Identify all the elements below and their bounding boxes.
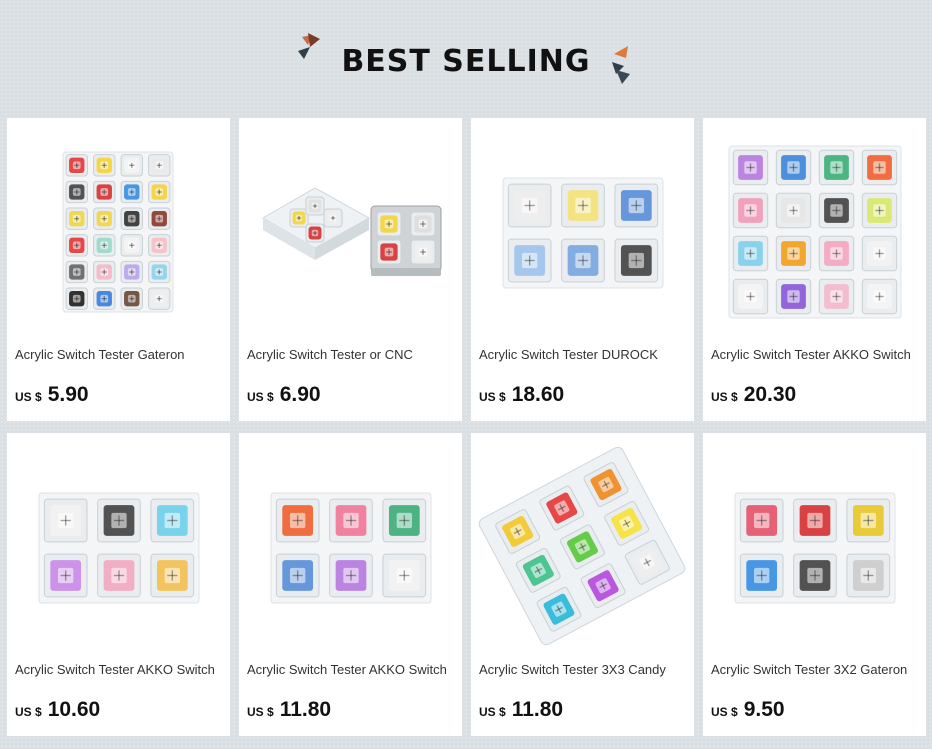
currency-label: US $ [15, 390, 42, 404]
product-price: US $ 10.60 [15, 698, 100, 722]
product-image[interactable] [471, 433, 694, 653]
product-image[interactable] [703, 433, 926, 653]
price-amount: 11.80 [511, 698, 564, 721]
price-amount: 9.50 [743, 698, 785, 721]
product-price: US $ 5.90 [15, 383, 89, 407]
product-title[interactable]: Acrylic Switch Tester AKKO Switch [15, 662, 230, 677]
product-image[interactable] [7, 433, 230, 653]
price-amount: 5.90 [47, 383, 89, 406]
price-amount: 10.60 [47, 698, 101, 721]
product-card[interactable]: Acrylic Switch Tester 3X2 Gateron US $ 9.5… [703, 433, 926, 736]
price-amount: 11.80 [279, 698, 332, 721]
product-title[interactable]: Acrylic Switch Tester AKKO Switch [247, 662, 462, 677]
product-title[interactable]: Acrylic Switch Tester 3X2 Gateron [711, 662, 926, 677]
price-amount: 18.60 [511, 383, 565, 406]
product-title[interactable]: Acrylic Switch Tester or CNC [247, 347, 462, 362]
product-price: US $ 18.60 [479, 383, 564, 407]
product-price: US $ 11.80 [479, 698, 563, 722]
product-grid: Acrylic Switch Tester Gateron US $5.90 Acr… [0, 0, 932, 749]
currency-label: US $ [479, 705, 506, 719]
product-title[interactable]: Acrylic Switch Tester Gateron [15, 347, 230, 362]
product-image[interactable] [703, 118, 926, 338]
currency-label: US $ [479, 390, 506, 404]
product-card[interactable]: Acrylic Switch Tester 3X3 Candy US $ 11.80 [471, 433, 694, 736]
product-title[interactable]: Acrylic Switch Tester 3X3 Candy [479, 662, 694, 677]
product-card[interactable]: Acrylic Switch Tester AKKO Switch US $ 10.… [7, 433, 230, 736]
product-price: US $ 9.50 [711, 698, 785, 722]
currency-label: US $ [711, 390, 738, 404]
product-image[interactable] [7, 118, 230, 338]
currency-label: US $ [247, 705, 274, 719]
product-card[interactable]: Acrylic Switch Tester or CNC US $ 6.90 [239, 118, 462, 421]
product-title[interactable]: Acrylic Switch Tester AKKO Switch [711, 347, 926, 362]
product-price: US $ 6.90 [247, 383, 321, 407]
product-card[interactable]: Acrylic Switch Tester DUROCK US $ 18.60 [471, 118, 694, 421]
product-image[interactable] [471, 118, 694, 338]
product-price: US $ 20.30 [711, 383, 796, 407]
currency-label: US $ [247, 390, 274, 404]
product-card[interactable]: Acrylic Switch Tester Gateron US $ 5.90 [7, 118, 230, 421]
product-card[interactable]: Acrylic Switch Tester AKKO Switch US $ 11.… [239, 433, 462, 736]
currency-label: US $ [711, 705, 738, 719]
product-card[interactable]: Acrylic Switch Tester AKKO Switch US $ 20.… [703, 118, 926, 421]
price-amount: 20.30 [743, 383, 797, 406]
product-price: US $ 11.80 [247, 698, 331, 722]
product-image[interactable] [239, 433, 462, 653]
currency-label: US $ [15, 705, 42, 719]
product-image[interactable] [239, 118, 462, 338]
product-title[interactable]: Acrylic Switch Tester DUROCK [479, 347, 694, 362]
price-amount: 6.90 [279, 383, 321, 406]
